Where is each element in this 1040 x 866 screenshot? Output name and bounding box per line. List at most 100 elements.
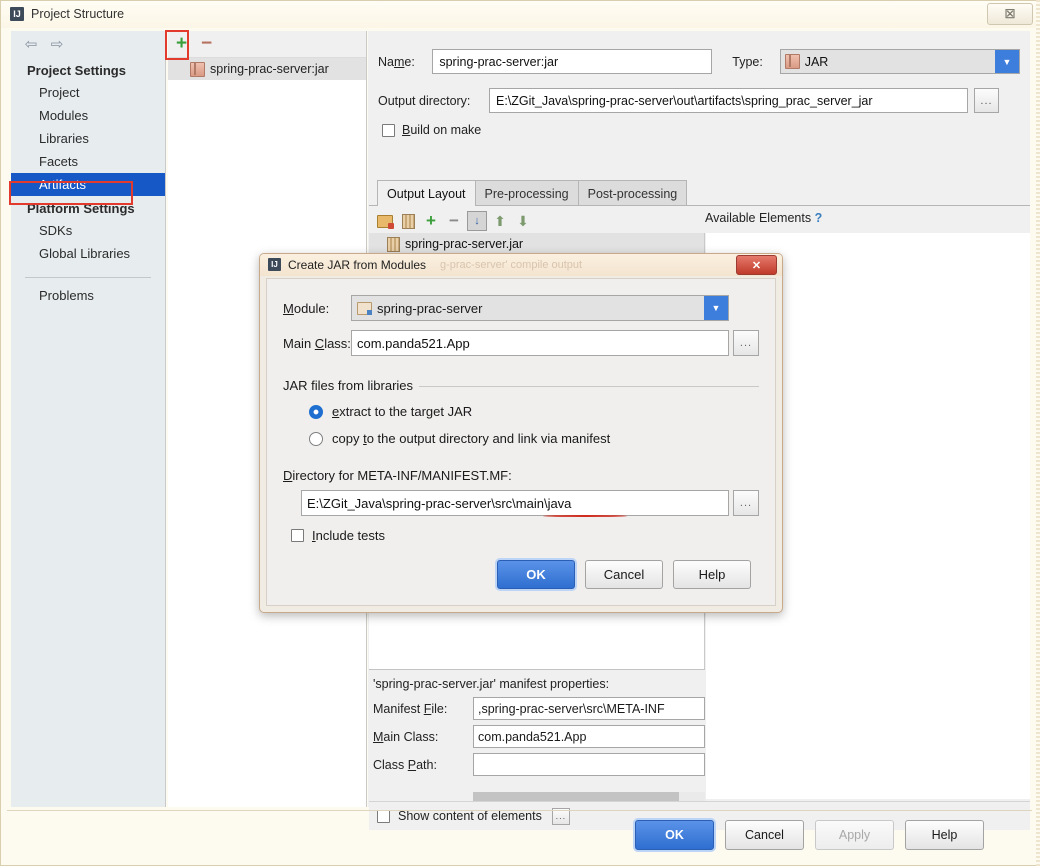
name-row: Name: spring-prac-server:jar Type: JAR ▼	[368, 49, 1030, 74]
cancel-button[interactable]: Cancel	[725, 820, 804, 850]
build-on-make-checkbox[interactable]	[382, 123, 395, 137]
sort-icon[interactable]: ↓	[467, 211, 487, 231]
include-tests-checkbox[interactable]	[291, 529, 304, 542]
move-up-icon[interactable]: ⬆	[490, 211, 510, 231]
radio-copy-row[interactable]: copy to the output directory and link vi…	[267, 431, 775, 446]
available-elements-header: Available Elements ?	[705, 211, 822, 225]
sidebar-item-project[interactable]: Project	[11, 81, 165, 104]
jar-libraries-group: JAR files from libraries	[267, 378, 775, 393]
tab-output-layout[interactable]: Output Layout	[377, 180, 476, 206]
window-title: Project Structure	[31, 7, 125, 21]
manifest-directory-browse-button[interactable]: ...	[733, 490, 759, 516]
settings-sidebar: ⇦ ⇨ Project Settings Project Modules Lib…	[11, 31, 166, 807]
main-class-row: Main Class: com.panda521.App	[369, 725, 705, 748]
main-class-label: Main Class:	[283, 335, 351, 351]
include-tests-row[interactable]: Include tests	[267, 528, 775, 543]
main-class-browse-button[interactable]: ...	[733, 330, 759, 356]
class-path-row: Class Path:	[369, 753, 705, 776]
manifest-file-row: Manifest File: ,spring-prac-server\src\M…	[369, 697, 705, 720]
output-directory-browse-button[interactable]: ...	[974, 88, 999, 113]
sidebar-group-platform-settings: Platform Settings	[27, 201, 135, 216]
module-label: Module:	[283, 300, 330, 316]
artifact-name-input[interactable]: spring-prac-server:jar	[432, 49, 713, 74]
move-down-icon[interactable]: ⬇	[513, 211, 533, 231]
remove-icon[interactable]: −	[444, 211, 464, 231]
intellij-icon: IJ	[268, 258, 281, 271]
dialog-button-row: OK Cancel Help	[267, 560, 775, 589]
radio-extract-label: extract to the target JAR	[332, 404, 473, 419]
ok-button[interactable]: OK	[635, 820, 714, 850]
manifest-directory-input[interactable]: E:\ZGit_Java\spring-prac-server\src\main…	[301, 490, 729, 516]
main-class-input[interactable]: com.panda521.App	[351, 330, 729, 356]
radio-extract-to-target-jar[interactable]	[309, 404, 323, 419]
add-archive-icon[interactable]	[398, 211, 418, 231]
jar-libraries-group-label: JAR files from libraries	[283, 378, 420, 393]
class-path-input[interactable]	[473, 753, 705, 776]
project-structure-window: IJ Project Structure ☒ ⇦ ⇨ Project Setti…	[0, 0, 1040, 866]
module-icon	[357, 301, 372, 315]
output-directory-input[interactable]: E:\ZGit_Java\spring-prac-server\out\arti…	[489, 88, 968, 113]
output-layout-toolbar: + − ↓ ⬆ ⬇	[369, 209, 1030, 233]
dialog-module-row: Module: spring-prac-server ▼	[267, 295, 775, 321]
dialog-cancel-button[interactable]: Cancel	[585, 560, 663, 589]
dialog-close-button[interactable]: ✕	[736, 255, 777, 275]
jar-icon	[190, 61, 205, 77]
tree-row-label: spring-prac-server.jar	[405, 237, 524, 251]
remove-artifact-button[interactable]: −	[201, 33, 212, 55]
chevron-down-icon[interactable]: ▼	[994, 50, 1019, 73]
add-artifact-button[interactable]: +	[176, 33, 187, 55]
type-label: Type:	[732, 54, 763, 69]
sidebar-item-libraries[interactable]: Libraries	[11, 127, 165, 150]
help-icon[interactable]: ?	[815, 211, 823, 225]
dialog-directory-label-row: Directory for META-INF/MANIFEST.MF:	[267, 468, 775, 483]
forward-arrow-icon[interactable]: ⇨	[49, 37, 65, 53]
add-folder-icon[interactable]	[375, 211, 395, 231]
tab-post-processing[interactable]: Post-processing	[577, 180, 688, 206]
directory-label: Directory for META-INF/MANIFEST.MF:	[283, 468, 512, 483]
artifact-list-item[interactable]: spring-prac-server:jar	[168, 58, 366, 80]
artifacts-toolbar: + −	[168, 31, 366, 58]
chevron-down-icon[interactable]: ▼	[704, 296, 728, 320]
radio-copy-to-output-directory[interactable]	[309, 431, 323, 446]
manifest-file-label: Manifest File:	[373, 701, 448, 716]
output-directory-label: Output directory:	[378, 93, 471, 108]
artifact-list-item-label: spring-prac-server:jar	[210, 62, 329, 76]
module-combo[interactable]: spring-prac-server ▼	[351, 295, 729, 321]
sidebar-item-global-libraries[interactable]: Global Libraries	[11, 242, 165, 265]
window-close-button[interactable]: ☒	[987, 3, 1033, 25]
add-icon[interactable]: +	[421, 211, 441, 231]
main-class-label: Main Class:	[373, 729, 439, 744]
sidebar-item-sdks[interactable]: SDKs	[11, 219, 165, 242]
red-underline-annotation	[543, 515, 627, 517]
tree-row[interactable]: spring-prac-server.jar	[369, 233, 704, 255]
dialog-body: Module: spring-prac-server ▼ Main Class:…	[266, 278, 776, 606]
manifest-horizontal-scrollbar[interactable]	[473, 792, 705, 801]
manifest-file-input[interactable]: ,spring-prac-server\src\META-INF	[473, 697, 705, 720]
main-class-input[interactable]: com.panda521.App	[473, 725, 705, 748]
tab-pre-processing[interactable]: Pre-processing	[474, 180, 579, 206]
artifact-type-combo[interactable]: JAR ▼	[779, 49, 1020, 74]
dialog-ok-button[interactable]: OK	[497, 560, 575, 589]
available-elements-label: Available Elements	[705, 211, 812, 225]
sidebar-item-facets[interactable]: Facets	[11, 150, 165, 173]
dialog-main-class-row: Main Class: com.panda521.App ...	[267, 330, 775, 356]
help-button[interactable]: Help	[905, 820, 984, 850]
module-value: spring-prac-server	[377, 300, 483, 316]
back-arrow-icon[interactable]: ⇦	[23, 37, 39, 53]
dialog-ghost-text: g-prac-server' compile output	[440, 259, 583, 271]
include-tests-label: Include tests	[312, 528, 385, 543]
sidebar-item-modules[interactable]: Modules	[11, 104, 165, 127]
apply-button[interactable]: Apply	[815, 820, 894, 850]
window-button-bar: OK Cancel Apply Help	[7, 810, 1032, 859]
window-titlebar: IJ Project Structure ☒	[1, 1, 1039, 28]
build-on-make-row[interactable]: Build on make	[368, 123, 1030, 137]
sidebar-item-artifacts[interactable]: Artifacts	[11, 173, 165, 196]
intellij-icon: IJ	[10, 7, 24, 21]
dialog-help-button[interactable]: Help	[673, 560, 751, 589]
sidebar-item-problems[interactable]: Problems	[11, 278, 165, 307]
jar-icon	[784, 54, 800, 69]
dialog-directory-row: E:\ZGit_Java\spring-prac-server\src\main…	[267, 490, 775, 517]
dialog-titlebar: IJ Create JAR from Modules g-prac-server…	[260, 254, 782, 276]
radio-extract-row[interactable]: extract to the target JAR	[267, 404, 775, 419]
window-right-border	[1036, 0, 1040, 866]
